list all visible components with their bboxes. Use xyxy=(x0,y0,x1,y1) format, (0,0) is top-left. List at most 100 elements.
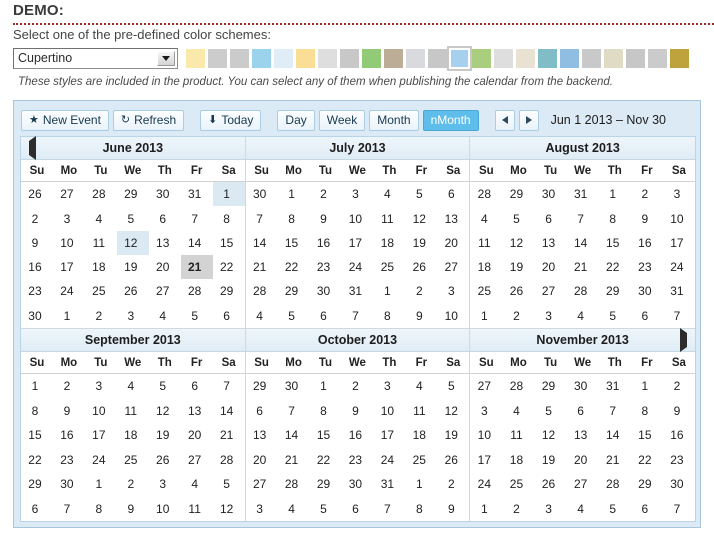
day-cell[interactable]: 8 xyxy=(21,399,53,423)
day-cell[interactable]: 1 xyxy=(405,472,437,496)
day-cell[interactable]: 4 xyxy=(117,374,149,399)
chevron-down-icon[interactable] xyxy=(157,50,175,66)
day-cell[interactable]: 5 xyxy=(599,496,631,521)
day-cell[interactable]: 2 xyxy=(21,206,53,230)
day-cell[interactable]: 6 xyxy=(246,399,278,423)
day-cell[interactable]: 7 xyxy=(373,496,405,521)
day-cell[interactable]: 6 xyxy=(437,182,469,207)
day-cell[interactable]: 1 xyxy=(53,304,85,328)
day-cell[interactable]: 13 xyxy=(149,231,181,255)
day-cell[interactable]: 30 xyxy=(567,374,599,399)
color-swatch[interactable] xyxy=(670,48,689,68)
day-cell[interactable]: 12 xyxy=(213,496,245,521)
day-cell[interactable]: 30 xyxy=(53,472,85,496)
day-cell[interactable]: 18 xyxy=(117,423,149,447)
day-cell[interactable]: 5 xyxy=(310,496,342,521)
day-cell[interactable]: 13 xyxy=(246,423,278,447)
day-cell[interactable]: 17 xyxy=(341,231,373,255)
day-cell[interactable]: 4 xyxy=(567,496,599,521)
color-swatch[interactable] xyxy=(428,48,447,68)
day-cell[interactable]: 20 xyxy=(149,255,181,279)
color-swatch[interactable] xyxy=(494,48,513,68)
day-cell[interactable]: 3 xyxy=(535,304,567,328)
day-cell[interactable]: 1 xyxy=(373,279,405,303)
day-cell[interactable]: 29 xyxy=(310,472,342,496)
day-cell[interactable]: 7 xyxy=(599,399,631,423)
day-cell[interactable]: 7 xyxy=(278,399,310,423)
day-cell[interactable]: 26 xyxy=(535,472,567,496)
day-cell[interactable]: 10 xyxy=(470,423,502,447)
color-swatch[interactable] xyxy=(252,48,271,68)
day-cell[interactable]: 4 xyxy=(149,304,181,328)
day-cell[interactable]: 28 xyxy=(213,447,245,471)
day-cell[interactable]: 24 xyxy=(663,255,695,279)
day-cell[interactable]: 27 xyxy=(535,279,567,303)
day-cell[interactable]: 7 xyxy=(181,206,213,230)
day-cell[interactable]: 22 xyxy=(599,255,631,279)
day-cell[interactable]: 18 xyxy=(85,255,117,279)
day-cell[interactable]: 24 xyxy=(470,472,502,496)
day-cell[interactable]: 31 xyxy=(663,279,695,303)
day-cell[interactable]: 20 xyxy=(246,447,278,471)
day-cell[interactable]: 2 xyxy=(53,374,85,399)
new-event-button[interactable]: ★ New Event xyxy=(21,109,109,131)
day-cell[interactable]: 30 xyxy=(631,279,663,303)
day-cell[interactable]: 21 xyxy=(567,255,599,279)
day-cell[interactable]: 30 xyxy=(21,304,53,328)
day-cell[interactable]: 8 xyxy=(405,496,437,521)
day-cell[interactable]: 16 xyxy=(341,423,373,447)
day-cell[interactable]: 9 xyxy=(21,231,53,255)
day-cell[interactable]: 1 xyxy=(310,374,342,399)
day-cell[interactable]: 6 xyxy=(149,206,181,230)
day-cell[interactable]: 27 xyxy=(470,374,502,399)
day-cell[interactable]: 15 xyxy=(278,231,310,255)
day-cell[interactable]: 6 xyxy=(535,206,567,230)
day-cell[interactable]: 11 xyxy=(181,496,213,521)
day-cell[interactable]: 18 xyxy=(373,231,405,255)
day-cell[interactable]: 9 xyxy=(117,496,149,521)
day-cell[interactable]: 3 xyxy=(117,304,149,328)
day-cell[interactable]: 9 xyxy=(53,399,85,423)
day-cell[interactable]: 7 xyxy=(567,206,599,230)
view-button-week[interactable]: Week xyxy=(318,109,366,131)
day-cell[interactable]: 12 xyxy=(405,206,437,230)
day-cell[interactable]: 19 xyxy=(535,447,567,471)
day-cell[interactable]: 25 xyxy=(373,255,405,279)
day-cell[interactable]: 2 xyxy=(502,304,534,328)
day-cell[interactable]: 16 xyxy=(663,423,695,447)
day-cell[interactable]: 8 xyxy=(373,304,405,328)
day-cell[interactable]: 11 xyxy=(117,399,149,423)
day-cell[interactable]: 9 xyxy=(663,399,695,423)
day-cell[interactable]: 25 xyxy=(470,279,502,303)
day-cell[interactable]: 11 xyxy=(85,231,117,255)
color-swatch[interactable] xyxy=(318,48,337,68)
day-cell[interactable]: 19 xyxy=(149,423,181,447)
day-cell[interactable]: 28 xyxy=(599,472,631,496)
day-cell[interactable]: 5 xyxy=(437,374,469,399)
day-cell[interactable]: 28 xyxy=(278,472,310,496)
next-period-button[interactable] xyxy=(518,109,539,131)
day-cell[interactable]: 2 xyxy=(117,472,149,496)
day-cell[interactable]: 26 xyxy=(437,447,469,471)
day-cell[interactable]: 19 xyxy=(117,255,149,279)
color-swatch[interactable] xyxy=(208,48,227,68)
day-cell[interactable]: 15 xyxy=(21,423,53,447)
day-cell[interactable]: 1 xyxy=(470,304,502,328)
day-cell[interactable]: 5 xyxy=(149,374,181,399)
day-cell[interactable]: 2 xyxy=(502,496,534,521)
day-cell[interactable]: 5 xyxy=(278,304,310,328)
color-swatch[interactable] xyxy=(296,48,315,68)
day-cell[interactable]: 3 xyxy=(341,182,373,207)
day-cell[interactable]: 20 xyxy=(181,423,213,447)
color-swatch[interactable] xyxy=(186,48,205,68)
day-cell[interactable]: 8 xyxy=(278,206,310,230)
day-cell[interactable]: 27 xyxy=(246,472,278,496)
day-cell[interactable]: 27 xyxy=(149,279,181,303)
day-cell[interactable]: 8 xyxy=(213,206,245,230)
day-cell[interactable]: 18 xyxy=(405,423,437,447)
day-cell[interactable]: 14 xyxy=(246,231,278,255)
color-swatch[interactable] xyxy=(472,48,491,68)
day-cell[interactable]: 24 xyxy=(53,279,85,303)
color-swatch[interactable] xyxy=(648,48,667,68)
day-cell[interactable]: 2 xyxy=(663,374,695,399)
